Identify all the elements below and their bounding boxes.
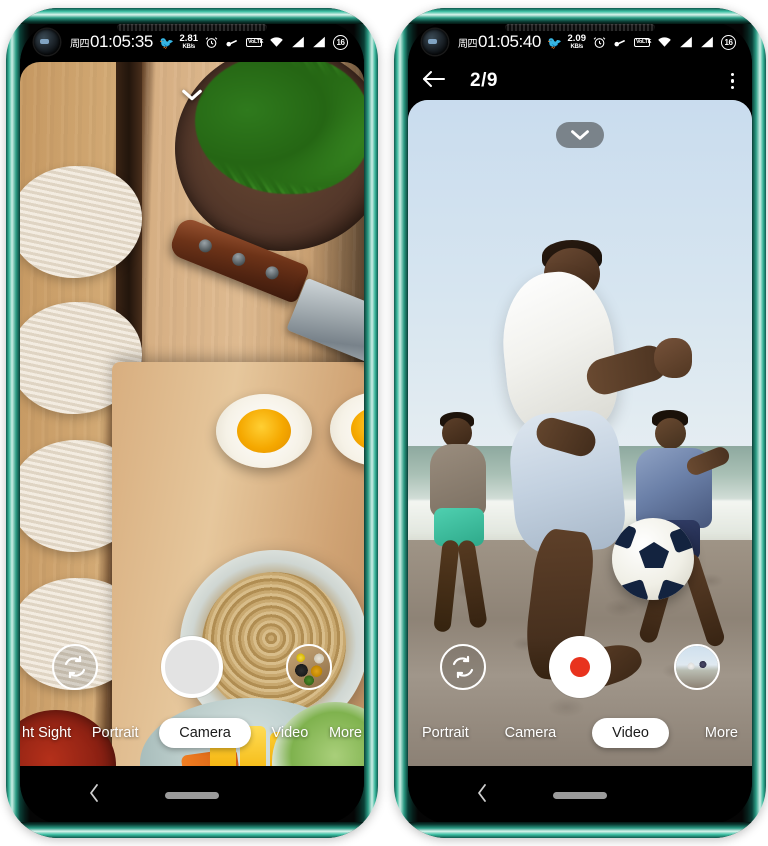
phone-bottom-rail-2 [394,822,766,838]
mode-video[interactable]: Video [271,719,308,747]
back-chevron-icon-2[interactable] [476,783,488,807]
wifi-icon-2 [657,36,672,48]
signal-bars-icon-4 [700,36,714,48]
more-vertical-icon[interactable] [730,72,734,90]
status-time: 01:05:35 [90,32,153,51]
right-phone-screen: 周四 01:05:40 🐦 2.09 KB/s VoLTE 16 2/9 Por… [408,22,752,824]
status-icons-group-2: 2.09 KB/s VoLTE 16 [568,34,736,50]
switch-camera-icon[interactable] [52,644,98,690]
right-phone-device: 周四 01:05:40 🐦 2.09 KB/s VoLTE 16 2/9 Por… [394,8,766,838]
arrow-left-icon[interactable] [422,70,446,92]
volte-icon: VoLTE [246,37,264,47]
bird-icon: 🐦 [158,36,174,50]
mode-portrait-2[interactable]: Portrait [422,719,469,747]
network-speed-value-2: 2.09 [567,33,587,45]
network-speed-unit: KB/s [182,43,196,50]
wifi-icon [269,36,284,48]
left-phone-device: 周四 01:05:35 🐦 2.81 KB/s VoLTE 16 ht Sigh… [6,8,378,838]
shutter-button[interactable] [161,636,223,698]
right-camera-viewfinder[interactable]: Portrait Camera Video More [408,100,752,766]
record-dot-icon [570,657,590,677]
signal-bars-icon-2 [312,36,326,48]
right-mode-selector: Portrait Camera Video More [408,712,752,754]
phone-bottom-rail [6,822,378,838]
mode-more-2[interactable]: More [705,719,738,747]
network-speed-value: 2.81 [179,33,199,45]
mode-portrait[interactable]: Portrait [92,719,139,747]
signal-bars-icon [291,36,305,48]
mode-night-sight[interactable]: ht Sight [22,719,71,747]
status-clock-group: 周四 01:05:35 🐦 [70,32,174,52]
status-clock-group-2: 周四 01:05:40 🐦 [458,32,562,52]
status-weekday: 周四 [70,39,90,50]
right-navigation-bar [408,766,752,824]
gallery-thumbnail-button-2[interactable] [674,644,720,690]
alarm-clock-icon [205,36,218,49]
status-weekday-2: 周四 [458,39,478,50]
left-mode-selector: ht Sight Portrait Camera Video More [20,712,364,754]
left-camera-viewfinder[interactable]: ht Sight Portrait Camera Video More [20,62,364,766]
volte-icon-2: VoLTE [634,37,652,47]
chevron-down-icon-2[interactable] [556,122,604,148]
status-time-2: 01:05:40 [478,32,541,51]
record-button[interactable] [549,636,611,698]
earpiece-speaker [117,24,267,31]
mode-more[interactable]: More [329,719,362,747]
gallery-thumbnail-button[interactable] [286,644,332,690]
network-speed-indicator: 2.81 KB/s [180,34,199,50]
page-title: 2/9 [470,70,498,91]
key-icon [225,36,239,49]
home-pill-icon-2[interactable] [553,791,607,799]
front-camera-punchhole [34,29,60,55]
left-navigation-bar [20,766,364,824]
switch-camera-icon-2[interactable] [440,644,486,690]
home-pill-icon[interactable] [165,791,219,799]
right-camera-controls [408,632,752,702]
battery-indicator: 16 [333,34,348,50]
front-camera-punchhole-2 [422,29,448,55]
network-speed-indicator-2: 2.09 KB/s [568,34,587,50]
app-header: 2/9 [408,62,752,100]
key-icon-2 [613,36,627,49]
mode-camera-2[interactable]: Camera [505,719,557,747]
mode-camera[interactable]: Camera [159,718,251,748]
mode-video-2[interactable]: Video [592,718,669,748]
battery-indicator-2: 16 [721,34,736,50]
bird-icon-2: 🐦 [546,36,562,50]
left-phone-screen: 周四 01:05:35 🐦 2.81 KB/s VoLTE 16 ht Sigh… [20,22,364,824]
earpiece-speaker-2 [505,24,655,31]
back-chevron-icon[interactable] [88,783,100,807]
alarm-clock-icon-2 [593,36,606,49]
two-phone-screenshot: 周四 01:05:35 🐦 2.81 KB/s VoLTE 16 ht Sigh… [0,0,768,846]
left-camera-controls [20,632,364,702]
status-icons-group: 2.81 KB/s VoLTE 16 [180,34,348,50]
chevron-down-icon[interactable] [178,86,206,104]
network-speed-unit-2: KB/s [570,43,584,50]
signal-bars-icon-3 [679,36,693,48]
